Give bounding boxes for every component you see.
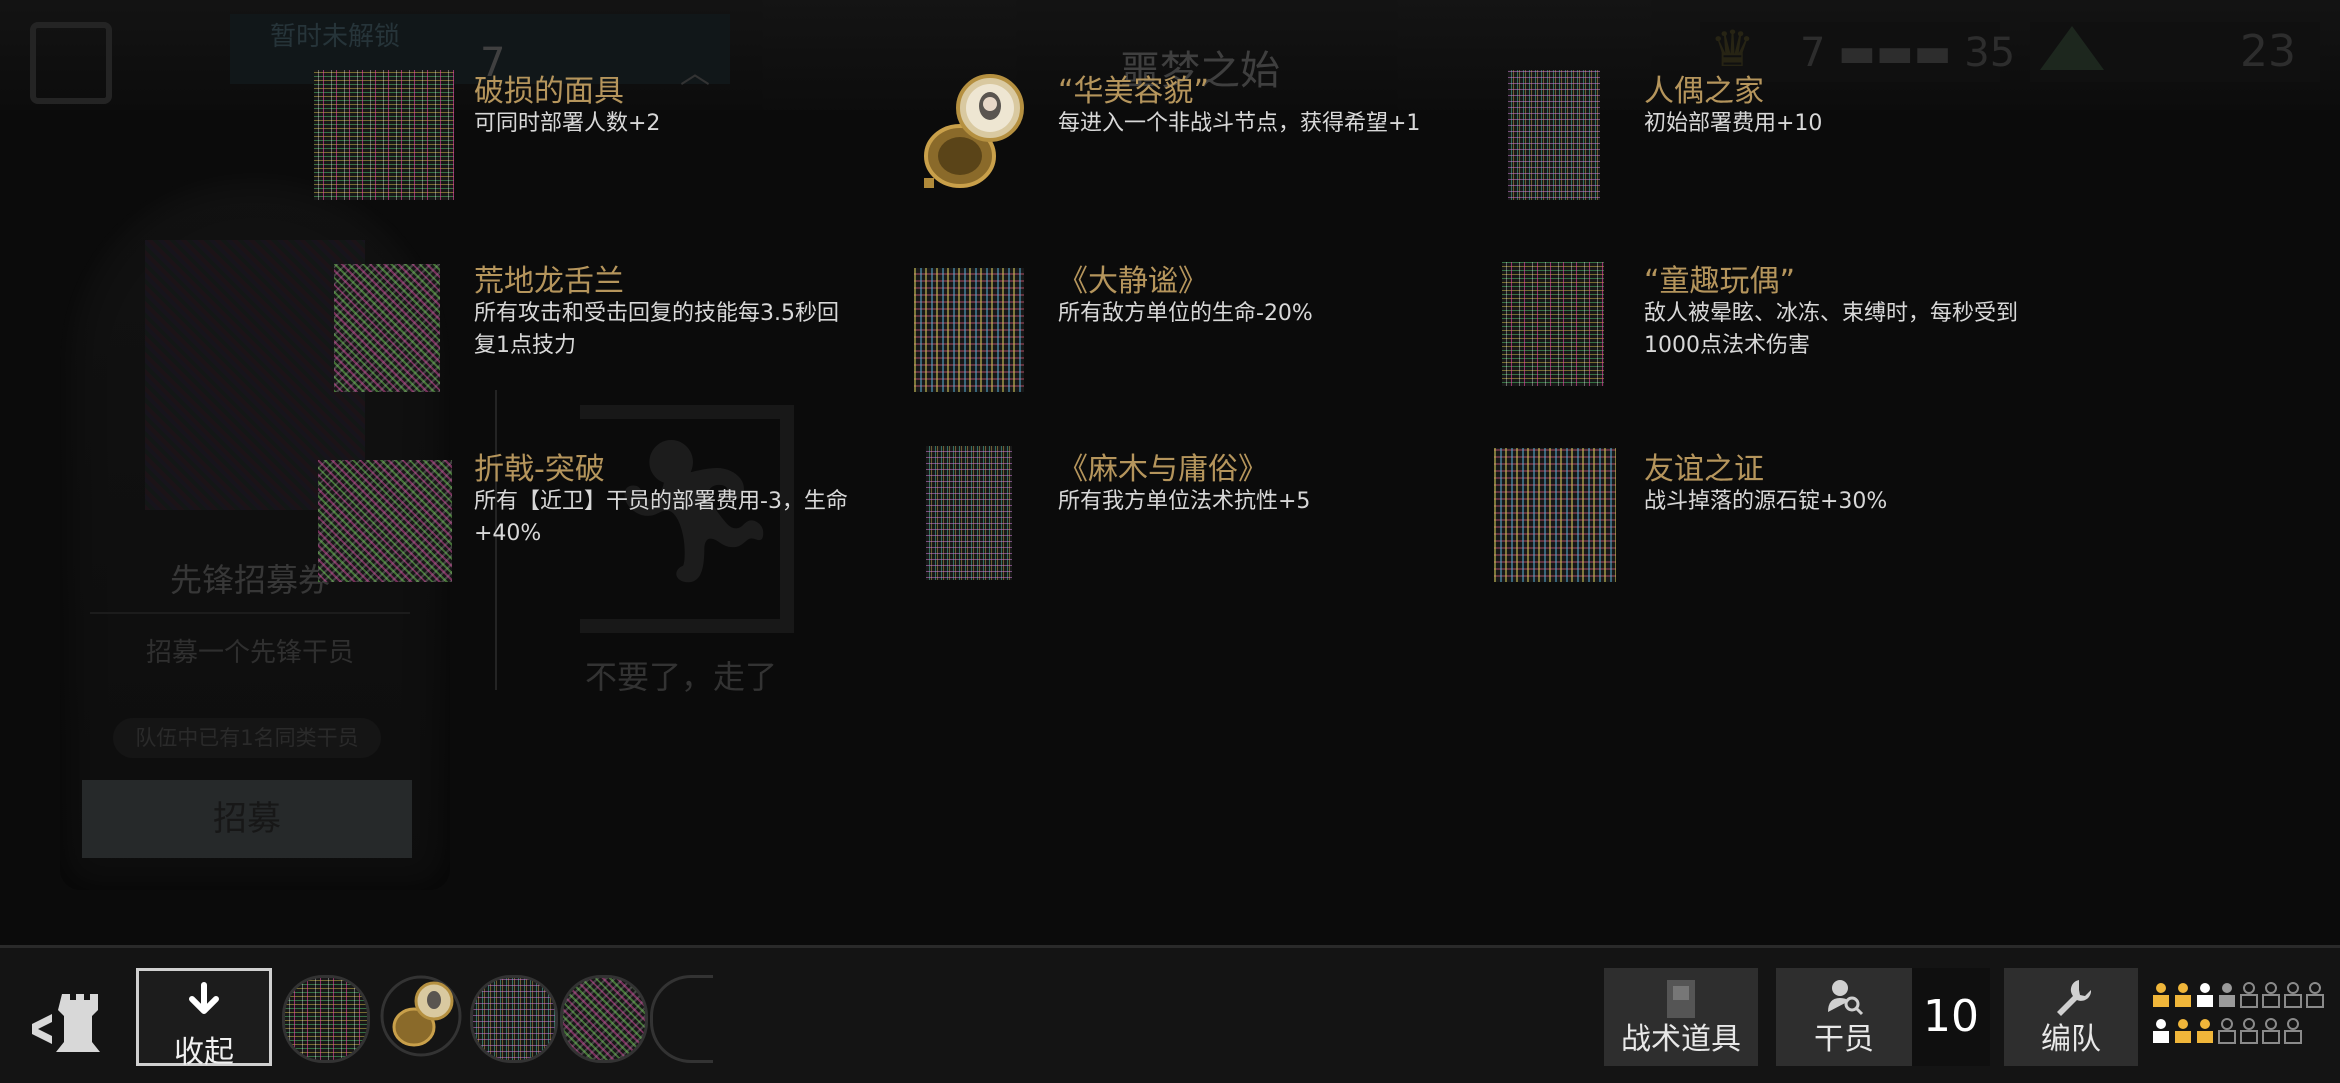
chevron-up-icon[interactable]: ︿ — [680, 48, 710, 92]
relic-name: 折戟-突破 — [474, 452, 605, 487]
broken-halberd-icon — [318, 460, 452, 582]
relic-name: 友谊之证 — [1644, 452, 1764, 487]
collapse-button[interactable]: 收起 — [136, 968, 272, 1070]
leave-button[interactable]: 不要了，走了 — [585, 652, 777, 698]
ingot-icon — [2040, 26, 2104, 70]
relic-name: 破损的面具 — [474, 74, 624, 109]
book-icon — [914, 268, 1024, 392]
divider — [90, 612, 410, 614]
toy-doll-icon — [1502, 262, 1604, 386]
tactical-items-label: 战术道具 — [1621, 1022, 1741, 1057]
book-icon — [926, 446, 1012, 580]
recruit-card-note: 队伍中已有1名同类干员 — [113, 718, 381, 758]
wrench-icon — [2057, 980, 2091, 1016]
back-button[interactable] — [30, 22, 112, 104]
relic-description: 可同时部署人数+2 — [474, 111, 661, 136]
relic-thumb[interactable] — [560, 975, 648, 1063]
relic-thumb[interactable] — [282, 975, 370, 1063]
dollhouse-icon — [1508, 70, 1600, 200]
relic-thumb[interactable] — [470, 975, 558, 1063]
relic-name: 《麻木与庸俗》 — [1058, 452, 1268, 487]
collapse-label: 收起 — [174, 1035, 234, 1070]
operator-count: 10 — [1912, 968, 1990, 1066]
relic-description: 所有【近卫】干员的部署费用-3，生命+40% — [474, 489, 848, 546]
relic-name: 人偶之家 — [1644, 74, 1764, 109]
recruit-button[interactable]: 招募 — [82, 780, 412, 858]
squad-label: 编队 — [2041, 1022, 2101, 1057]
tactical-items-button[interactable]: 战术道具 — [1604, 968, 1758, 1066]
relic-name: 荒地龙舌兰 — [474, 264, 624, 299]
operators-button[interactable]: 干员 — [1776, 968, 1912, 1066]
relic-description: 所有我方单位法术抗性+5 — [1058, 489, 1311, 514]
squad-slots-icon — [2153, 982, 2324, 1044]
squad-button[interactable]: 编队 — [2004, 968, 2138, 1066]
relic-description: 战斗掉落的源石锭+30% — [1644, 489, 1888, 514]
relic-description: 敌人被晕眩、冰冻、束缚时，每秒受到1000点法术伤害 — [1644, 301, 2019, 358]
pocket-watch-icon[interactable] — [380, 975, 462, 1057]
stage-name: 暂时未解锁 — [270, 22, 401, 52]
recruit-card-description: 招募一个先锋干员 — [145, 638, 354, 668]
relic-description: 所有敌方单位的生命-20% — [1058, 301, 1313, 326]
relic-name: 《大静谧》 — [1058, 264, 1208, 299]
relic-name: “童趣玩偶” — [1644, 264, 1796, 299]
operators-label: 干员 — [1814, 1022, 1874, 1057]
operator-search-icon — [1828, 980, 1864, 1016]
pocket-watch-icon — [924, 74, 1024, 188]
hope-value: 7 ▬▬▬ 35 — [1800, 30, 2016, 76]
agave-icon — [334, 264, 440, 392]
squad-slots — [2148, 980, 2328, 1060]
relic-name: “华美容貌” — [1058, 74, 1210, 109]
relic-description: 每进入一个非战斗节点，获得希望+1 — [1058, 111, 1421, 136]
relic-description: 所有攻击和受击回复的技能每3.5秒回复1点技力 — [474, 301, 839, 358]
arrow-down-icon — [189, 982, 219, 1014]
chess-rook-icon[interactable] — [28, 980, 108, 1060]
relic-description: 初始部署费用+10 — [1644, 111, 1823, 136]
friendship-token-icon — [1494, 448, 1616, 582]
mask-icon — [314, 70, 454, 200]
ingot-value: 23 — [2240, 26, 2296, 77]
